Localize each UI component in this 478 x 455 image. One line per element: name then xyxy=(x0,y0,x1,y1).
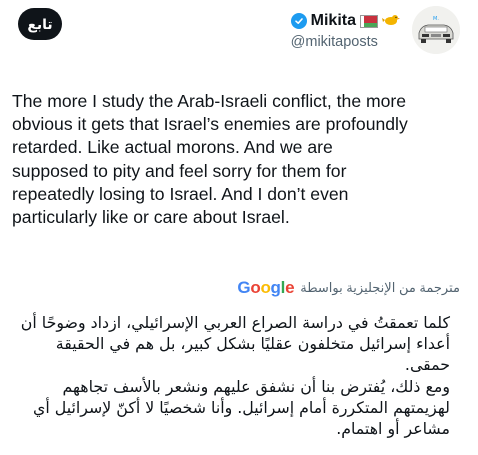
tweet-text: The more I study the Arab-Israeli confli… xyxy=(12,91,408,228)
avatar[interactable]: M. xyxy=(412,6,460,54)
translation-attribution: مترجمة من الإنجليزية بواسطة Google xyxy=(237,278,460,298)
belarus-flag-icon xyxy=(360,14,378,28)
display-name[interactable]: Mikita xyxy=(311,12,356,30)
tweet-page: تابع Mikita @mikitaposts M. The more I s… xyxy=(0,0,478,455)
verified-badge-icon xyxy=(290,13,307,29)
author-name-row: Mikita xyxy=(290,10,400,32)
author-handle[interactable]: @mikitaposts xyxy=(291,34,400,50)
author-block[interactable]: Mikita @mikitaposts xyxy=(290,10,400,50)
bird-emoji-icon xyxy=(382,13,400,30)
svg-text:M.: M. xyxy=(433,16,439,22)
follow-button[interactable]: تابع xyxy=(18,8,62,40)
google-logo: Google xyxy=(237,278,295,297)
translation-label: مترجمة من الإنجليزية بواسطة xyxy=(300,280,460,295)
translated-text: كلما تعمقتُ في دراسة الصراع العربي الإسر… xyxy=(20,313,450,439)
